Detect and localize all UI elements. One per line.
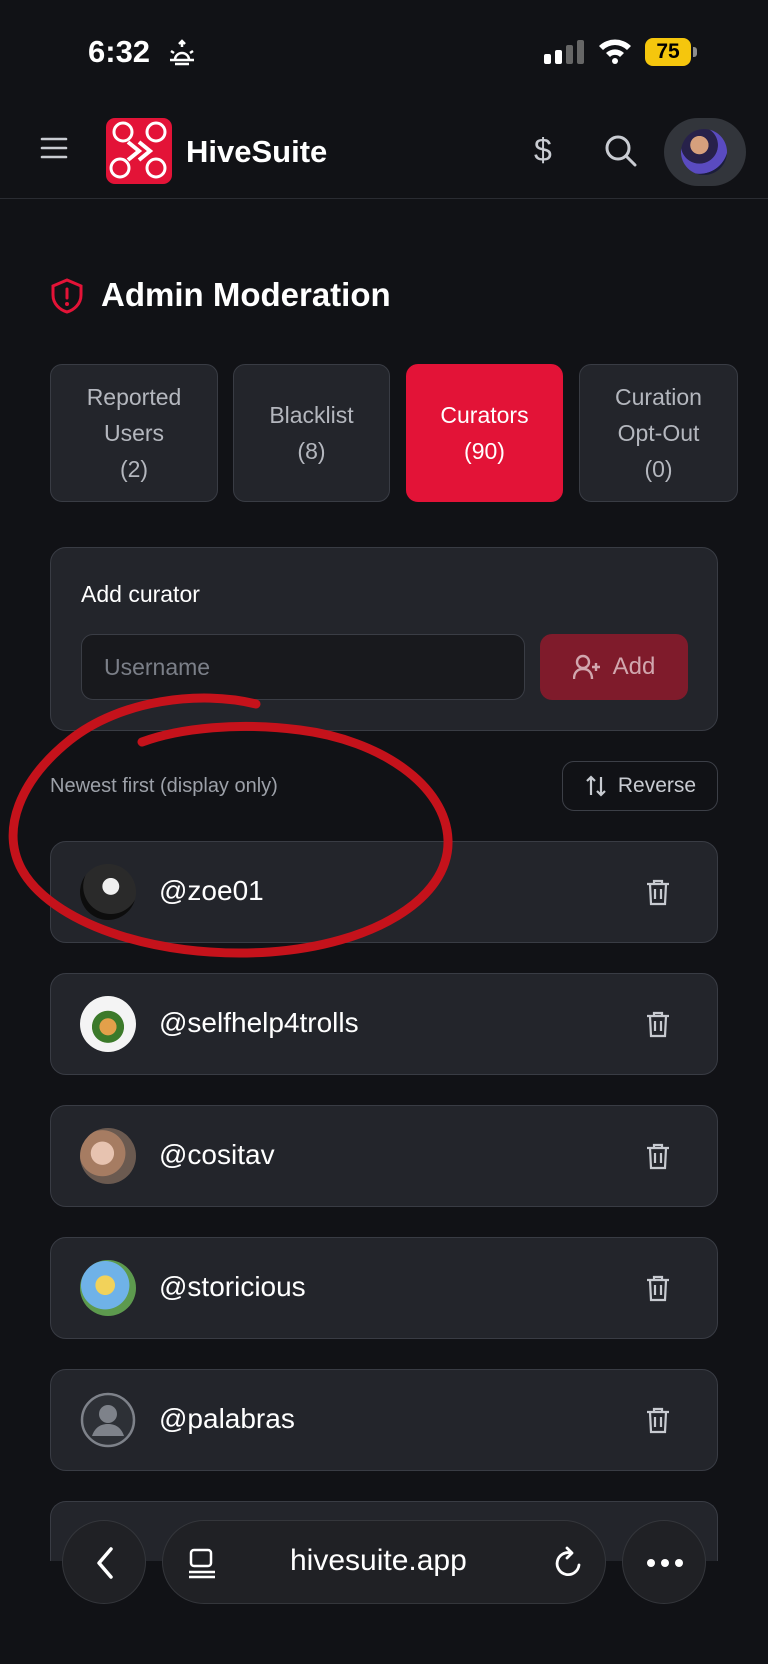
- wifi-icon: [599, 39, 631, 64]
- back-button[interactable]: [62, 1520, 146, 1604]
- tab-label-line: Curation: [615, 384, 702, 410]
- tab-curators[interactable]: Curators (90): [406, 364, 563, 502]
- tab-label-line: Curators: [440, 402, 529, 428]
- reverse-label: Reverse: [617, 774, 697, 797]
- more-icon: [647, 1559, 683, 1567]
- curator-row: @zoe01: [50, 841, 718, 943]
- header-divider: [0, 198, 768, 199]
- avatar: [80, 1260, 136, 1316]
- curator-row: @storicious: [50, 1237, 718, 1339]
- curator-row: @cositav: [50, 1105, 718, 1207]
- chevron-left-icon: [97, 1547, 113, 1579]
- curator-username: @storicious: [159, 1271, 306, 1302]
- curator-row: @palabras: [50, 1369, 718, 1471]
- reload-icon[interactable]: [553, 1545, 585, 1579]
- battery-level: 75: [645, 38, 691, 66]
- tab-blacklist[interactable]: Blacklist (8): [233, 364, 390, 502]
- default-avatar-icon: [80, 1392, 136, 1448]
- hivesuite-logo[interactable]: [106, 118, 172, 184]
- curator-row: @selfhelp4trolls: [50, 973, 718, 1075]
- signal-icon: [544, 40, 584, 64]
- tab-label-line: Opt-Out: [617, 420, 700, 446]
- avatar: [80, 1128, 136, 1184]
- tab-curation-opt-out[interactable]: Curation Opt-Out (0): [579, 364, 738, 502]
- tab-label-line: Reported: [86, 384, 182, 410]
- tab-count: (90): [464, 438, 505, 464]
- sunrise-icon: [170, 39, 194, 66]
- add-button-label: Add: [612, 653, 656, 680]
- sort-arrows-icon: [586, 775, 606, 797]
- tab-label-line: Users: [103, 420, 165, 446]
- tabs-icon[interactable]: [187, 1547, 217, 1579]
- battery-indicator: 75: [645, 38, 697, 66]
- brand-name[interactable]: HiveSuite: [186, 134, 327, 170]
- add-curator-button[interactable]: Add: [540, 634, 688, 700]
- username-input[interactable]: [81, 634, 525, 700]
- avatar: [80, 864, 136, 920]
- tab-reported-users[interactable]: Reported Users (2): [50, 364, 218, 502]
- trash-icon[interactable]: [645, 878, 671, 906]
- shield-alert-icon: [51, 278, 83, 314]
- search-icon[interactable]: [604, 134, 638, 168]
- page-title: Admin Moderation: [101, 276, 391, 313]
- curator-username: @cositav: [159, 1139, 275, 1170]
- curator-username: @zoe01: [159, 875, 264, 906]
- tab-count: (0): [644, 456, 673, 482]
- tab-count: (2): [119, 456, 149, 482]
- reverse-button[interactable]: Reverse: [562, 761, 718, 811]
- status-time: 6:32: [88, 34, 151, 69]
- curator-username: @selfhelp4trolls: [159, 1007, 359, 1038]
- avatar: [681, 129, 727, 175]
- user-plus-icon: [572, 654, 600, 680]
- trash-icon[interactable]: [645, 1010, 671, 1038]
- avatar: [80, 996, 136, 1052]
- trash-icon[interactable]: [645, 1406, 671, 1434]
- dollar-icon[interactable]: $: [534, 132, 552, 169]
- menu-icon[interactable]: [40, 136, 68, 160]
- sort-order-label: Newest first (display only): [50, 775, 278, 797]
- tab-label-line: Blacklist: [269, 402, 354, 428]
- hive-logo-icon: [109, 121, 167, 179]
- url-text[interactable]: hivesuite.app: [290, 1544, 467, 1578]
- curator-username: @palabras: [159, 1403, 295, 1434]
- more-button[interactable]: [622, 1520, 706, 1604]
- trash-icon[interactable]: [645, 1274, 671, 1302]
- add-curator-title: Add curator: [81, 581, 200, 607]
- tab-count: (8): [297, 438, 326, 464]
- trash-icon[interactable]: [645, 1142, 671, 1170]
- user-avatar-button[interactable]: [664, 118, 746, 186]
